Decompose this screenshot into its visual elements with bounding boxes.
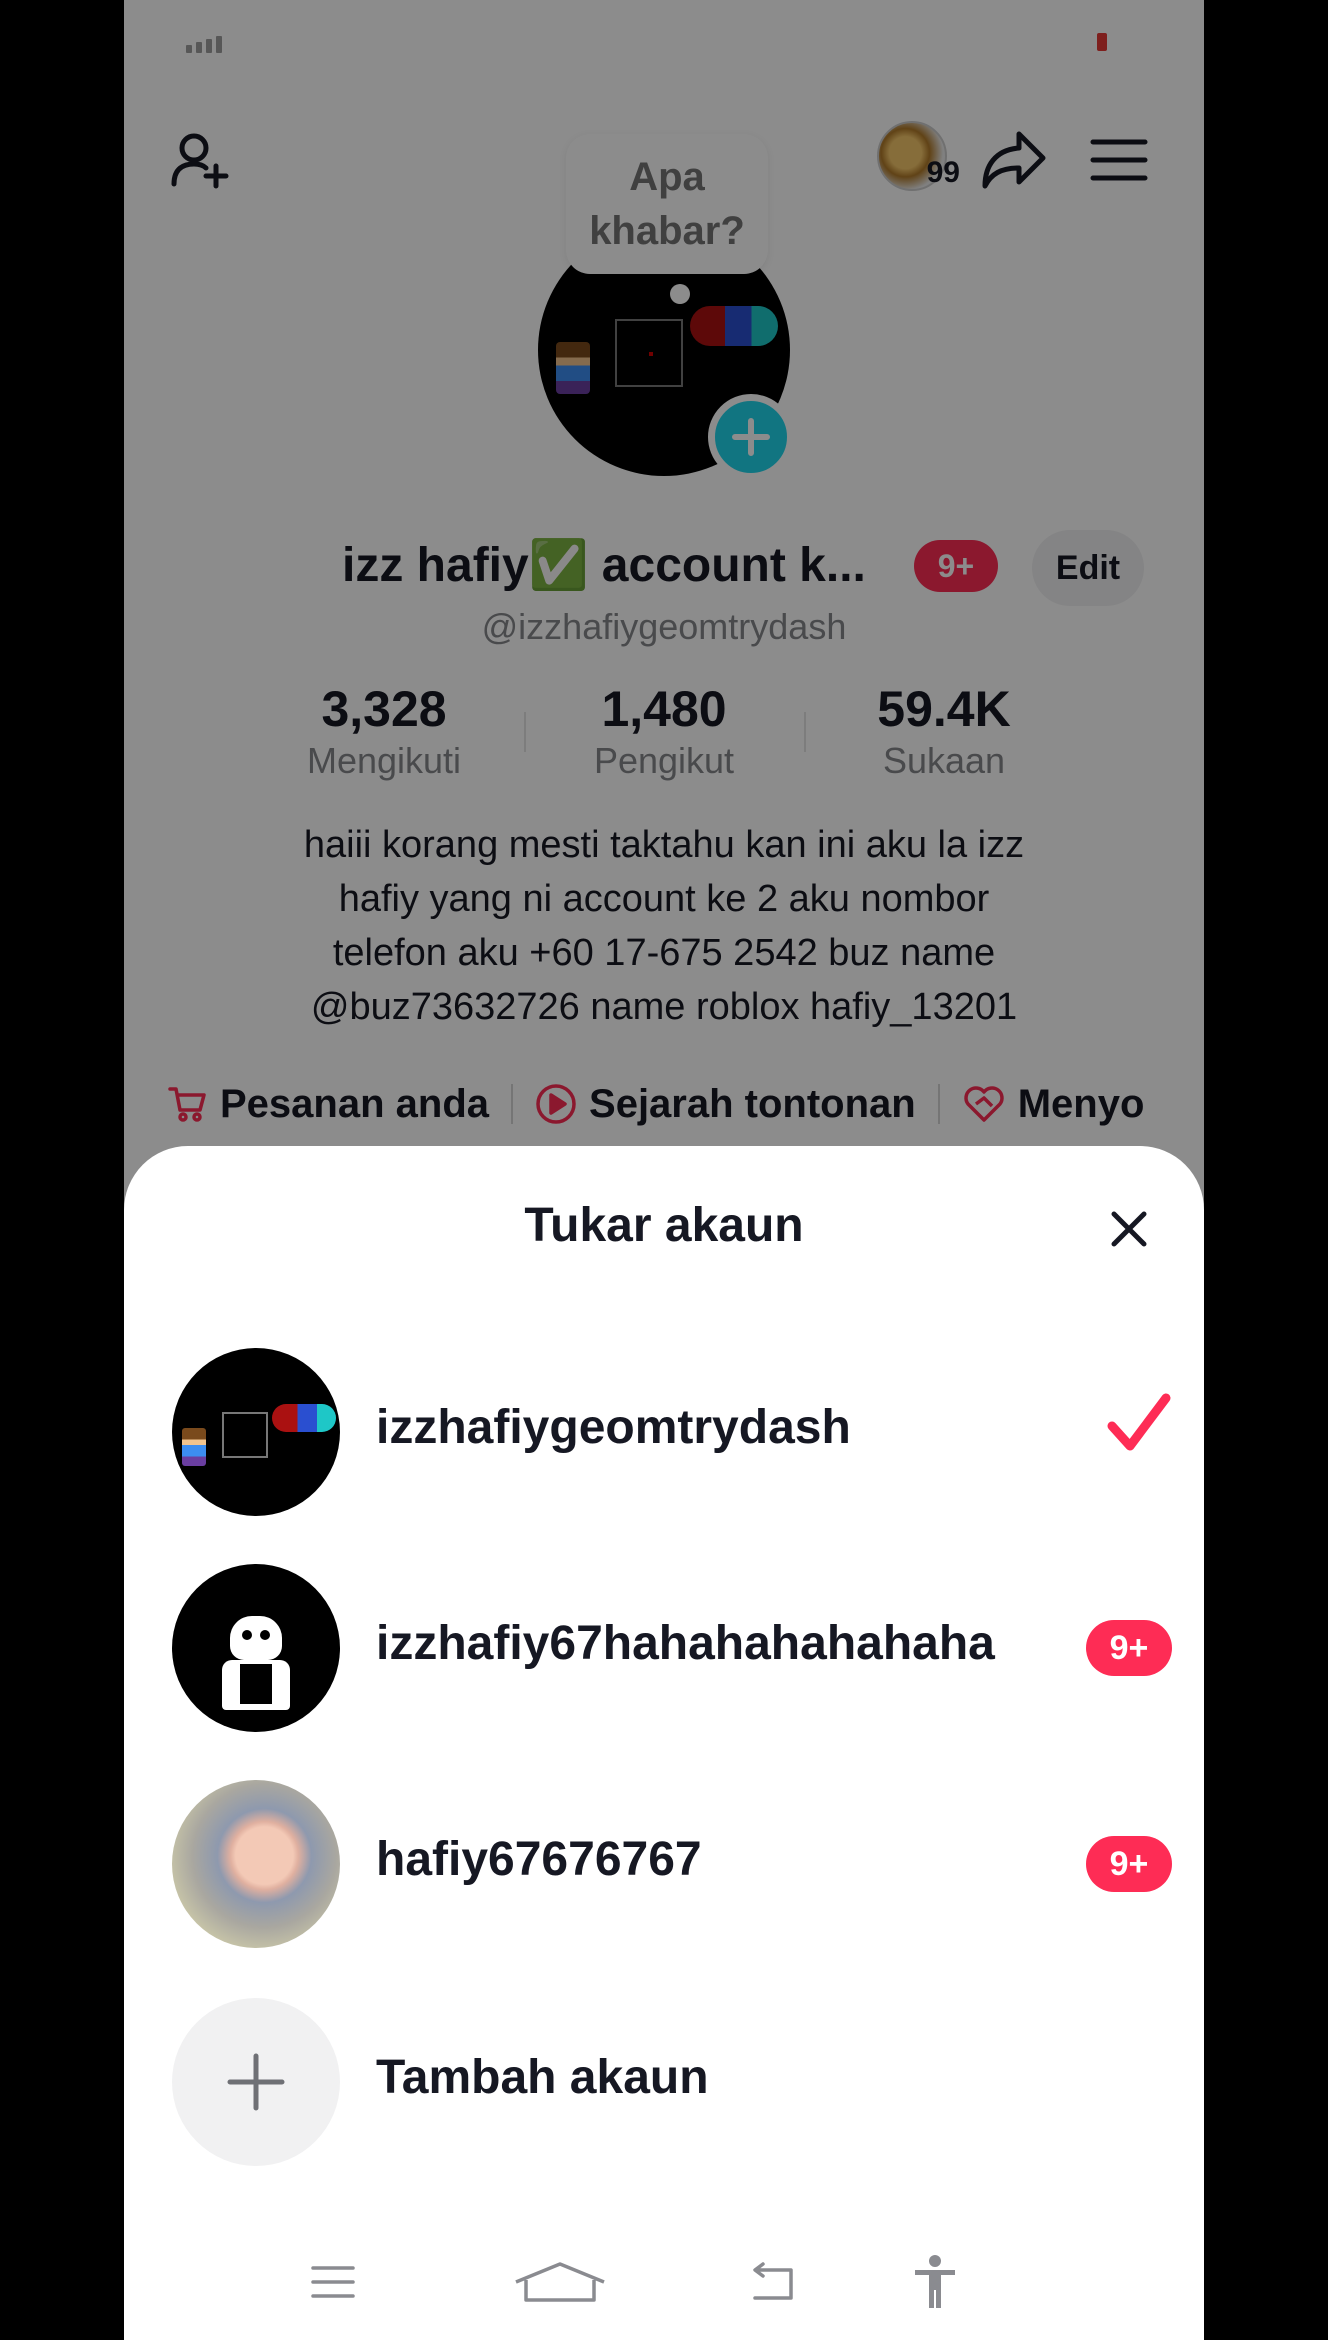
accessibility-icon: [915, 2255, 955, 2308]
account-username: izzhafiy67hahahahahahaha: [376, 1617, 995, 1670]
nav-home-button[interactable]: [510, 2252, 610, 2312]
close-icon: [1111, 1211, 1147, 1247]
account-row[interactable]: izzhafiy67hahahahahahaha 9+: [172, 1564, 1172, 1732]
nav-back-button[interactable]: [736, 2252, 806, 2312]
switch-account-sheet: Tukar akaun izzhafiygeomtrydash izzhafiy…: [124, 1146, 1204, 2340]
account-avatar: [172, 1564, 340, 1732]
system-nav-bar: [124, 2226, 1204, 2340]
account-username: izzhafiygeomtrydash: [376, 1401, 851, 1454]
sheet-title: Tukar akaun: [524, 1199, 804, 1252]
account-avatar: [172, 1780, 340, 1948]
account-row[interactable]: hafiy67676767 9+: [172, 1780, 1172, 1948]
phone-screen: 16:38 0.70 KB/s 11 99 Apa khabar? izz ha…: [124, 0, 1204, 2340]
checkmark-icon: [1107, 1393, 1171, 1451]
account-notification-badge: 9+: [1086, 1836, 1172, 1892]
add-account-row[interactable]: Tambah akaun: [172, 1998, 1172, 2166]
add-account-button[interactable]: [172, 1998, 340, 2166]
home-icon: [515, 2262, 605, 2302]
nav-accessibility-button[interactable]: [900, 2252, 970, 2312]
add-account-label: Tambah akaun: [376, 2051, 709, 2104]
nav-recents-button[interactable]: [298, 2252, 368, 2312]
account-row[interactable]: izzhafiygeomtrydash: [172, 1348, 1172, 1516]
close-button[interactable]: [1094, 1194, 1164, 1264]
menu-lines-icon: [311, 2266, 355, 2298]
account-notification-badge: 9+: [1086, 1620, 1172, 1676]
back-icon: [753, 2262, 793, 2300]
account-username: hafiy67676767: [376, 1833, 702, 1886]
account-avatar: [172, 1348, 340, 1516]
plus-icon: [227, 2053, 285, 2111]
